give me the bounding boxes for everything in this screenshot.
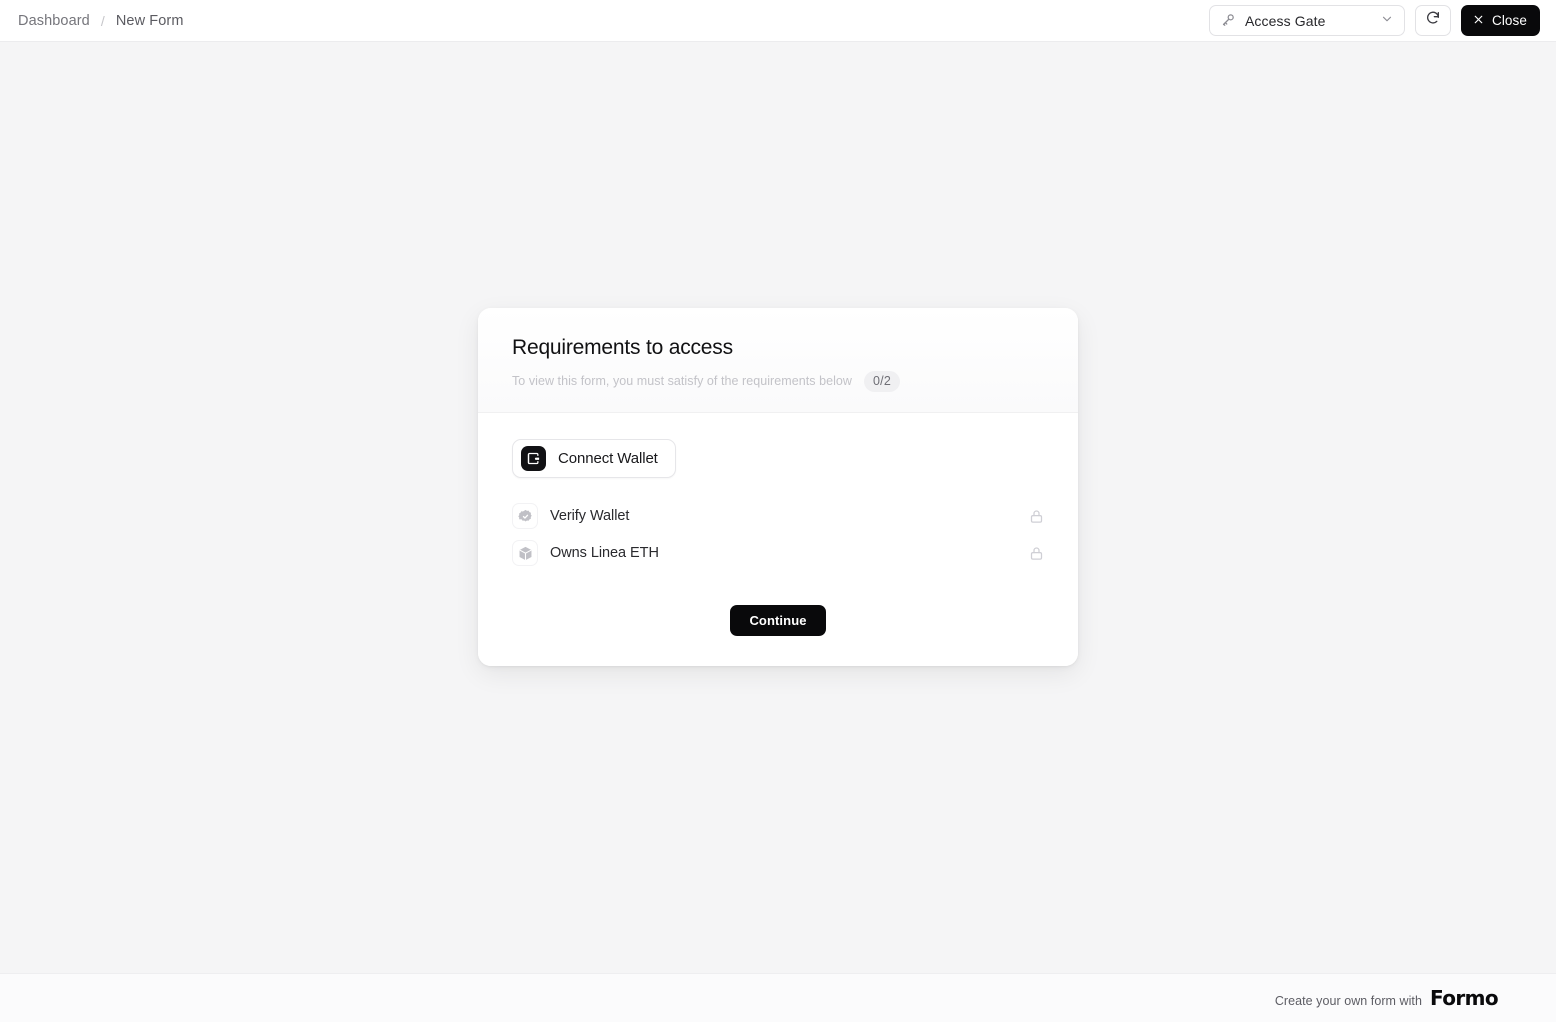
requirement-label: Verify Wallet [550, 508, 630, 524]
topbar: Dashboard / New Form Access Gate Close [0, 0, 1556, 42]
close-button-label: Close [1491, 13, 1527, 28]
status-badge: 0/2 [864, 370, 900, 392]
continue-button-wrap: Continue [512, 604, 1044, 636]
cube-icon [512, 540, 538, 566]
requirements-subtitle: To view this form, you must satisfy of t… [512, 374, 852, 388]
refresh-icon [1425, 10, 1441, 31]
page-title: Requirements to access [512, 335, 733, 359]
requirement-row-owns-linea-eth[interactable]: Owns Linea ETH [512, 535, 1044, 572]
breadcrumb-dashboard[interactable]: Dashboard [18, 13, 90, 29]
close-button[interactable]: Close [1460, 5, 1540, 36]
lock-icon [1029, 509, 1044, 524]
breadcrumb: Dashboard / New Form [18, 13, 184, 29]
badge-check-icon [512, 503, 538, 529]
lock-icon [1029, 546, 1044, 561]
formo-logo: Formo [1429, 986, 1499, 1010]
requirements-card-header: Requirements to access To view this form… [478, 307, 1078, 413]
requirement-label: Owns Linea ETH [550, 545, 659, 561]
close-x-icon [1472, 13, 1485, 29]
requirements-list: Verify Wallet Owns Linea ETH [512, 498, 1044, 572]
requirement-row-verify-wallet[interactable]: Verify Wallet [512, 498, 1044, 535]
refresh-button[interactable] [1414, 5, 1451, 36]
connect-wallet-label: Connect Wallet [558, 449, 658, 467]
access-gate-value: Access Gate [1244, 12, 1326, 29]
chevron-down-icon [1380, 12, 1394, 29]
breadcrumb-separator: / [100, 12, 105, 29]
topbar-actions: Access Gate Close [1208, 5, 1540, 36]
footer-text: Create your own form with [1274, 994, 1422, 1008]
connect-wallet-button[interactable]: Connect Wallet [512, 438, 676, 478]
app-root: Dashboard / New Form Access Gate Close R… [0, 0, 1556, 1022]
stage: Requirements to access To view this form… [0, 42, 1556, 973]
footer-attribution[interactable]: Create your own form with Formo [1274, 986, 1499, 1010]
requirements-card-body: Connect Wallet Verify Wallet Owns Linea … [478, 412, 1078, 666]
requirements-subtitle-row: To view this form, you must satisfy of t… [512, 370, 1044, 392]
footer: Create your own form with Formo [0, 973, 1556, 1022]
key-icon [1221, 12, 1236, 30]
breadcrumb-current[interactable]: New Form [116, 13, 184, 29]
continue-button[interactable]: Continue [730, 604, 826, 636]
wallet-icon [521, 445, 546, 471]
requirements-card: Requirements to access To view this form… [478, 307, 1078, 666]
access-gate-select[interactable]: Access Gate [1208, 5, 1405, 36]
